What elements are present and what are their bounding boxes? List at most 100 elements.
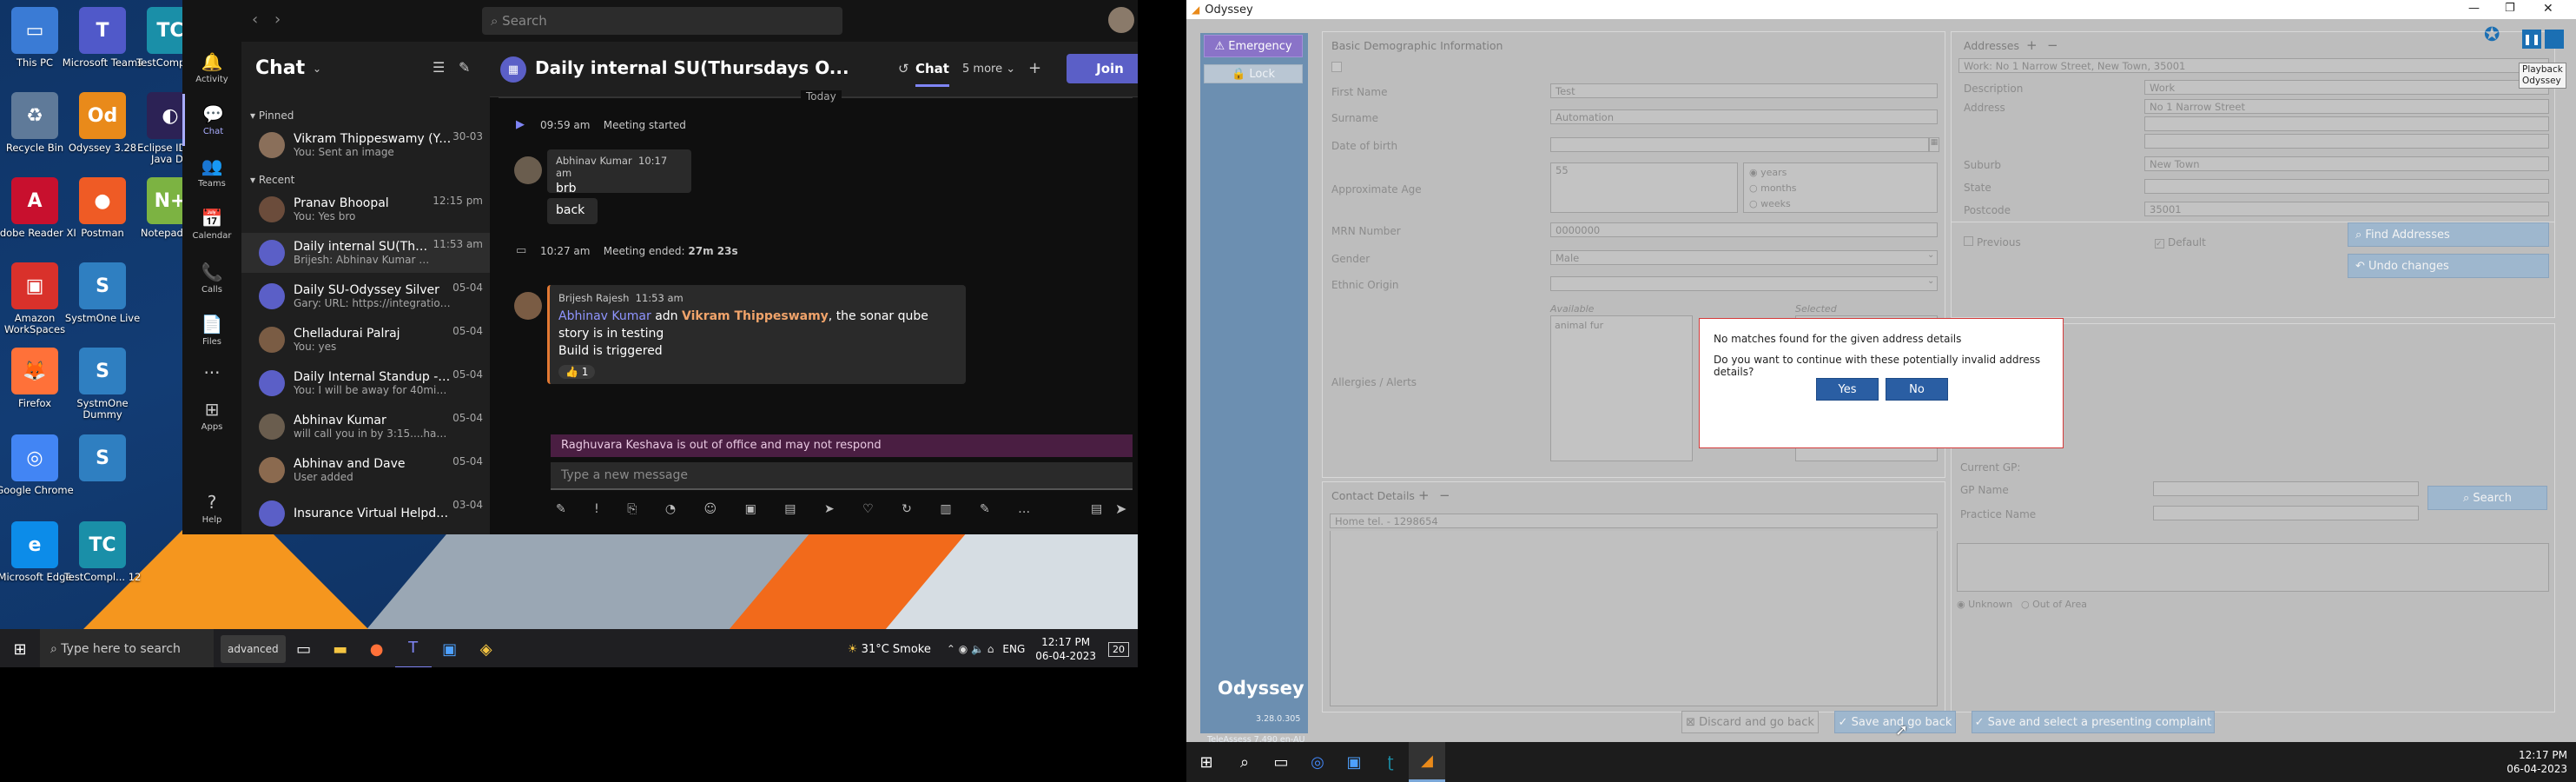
radio-weeks[interactable]: ○ weeks — [1749, 198, 1791, 209]
contact-list-item[interactable]: Home tel. - 1298654 — [1330, 514, 1938, 528]
send-icon[interactable]: ➤ — [1115, 500, 1126, 517]
message-bubble[interactable]: Abhinav Kumar 10:17 am brb — [547, 149, 691, 196]
discard-button[interactable]: ⊠ Discard and go back — [1681, 711, 1819, 733]
attach-icon[interactable]: ▤ — [1091, 502, 1102, 516]
mention[interactable]: Vikram Thippeswamy — [682, 309, 829, 323]
desktop-icon[interactable]: S — [59, 433, 146, 513]
filter-icon[interactable]: ☰ — [433, 59, 445, 76]
desktop-icon[interactable]: TC TestCompl... 12 — [59, 520, 146, 600]
tab-more[interactable]: 5 more ⌄ — [962, 63, 1015, 76]
pause-icon[interactable]: ❚❚ — [2522, 30, 2541, 49]
notification-badge[interactable]: 20 — [1108, 641, 1129, 657]
dob-input[interactable] — [1550, 137, 1929, 152]
rail-item-help[interactable]: ? Help — [182, 482, 241, 534]
chat-list-item[interactable]: Pranav Bhoopal You: Yes bro 12:15 pm — [241, 189, 490, 229]
list-item[interactable]: animal fur — [1555, 320, 1603, 331]
file-explorer-icon[interactable]: ▬ — [322, 629, 359, 667]
taskbar-search-input[interactable]: ⌕ Type here to search — [40, 629, 214, 667]
radio-out-of-area[interactable]: ○ Out of Area — [2021, 599, 2087, 610]
radio-months[interactable]: ○ months — [1749, 182, 1797, 194]
chat-list-item[interactable]: Abhinav and Dave User added 05-04 — [241, 450, 490, 490]
clock[interactable]: 12:17 PM 06-04-2023 — [2507, 748, 2567, 776]
address-line3-input[interactable] — [2144, 134, 2549, 149]
save-and-select-complaint-button[interactable]: ✓ Save and select a presenting complaint — [1972, 711, 2215, 733]
gp-name-input[interactable] — [2153, 481, 2419, 496]
contact-list[interactable] — [1330, 531, 1938, 706]
first-name-input[interactable]: Test — [1550, 83, 1938, 98]
weather-widget[interactable]: ☀ 31°C Smoke — [848, 643, 931, 656]
address-line1-input[interactable]: No 1 Narrow Street — [2144, 99, 2549, 114]
postcode-input[interactable]: 35001 — [2144, 202, 2549, 216]
join-button[interactable]: Join — [1067, 54, 1138, 83]
odyssey-taskbar-icon[interactable]: ◢ — [1409, 742, 1445, 782]
mention[interactable]: Abhinav Kumar — [558, 309, 651, 323]
language-indicator[interactable]: ENG — [1002, 643, 1025, 655]
address-line2-input[interactable] — [2144, 116, 2549, 131]
compose-toolbar[interactable]: ✎ ! ⎘ ◔ ☺ ▣ ▤ ➤ ♡ ↻ ▥ ✎ … — [556, 502, 1042, 516]
windows-start-icon[interactable]: ⊞ — [1186, 742, 1226, 782]
back-arrow-icon[interactable]: ‹ — [252, 10, 258, 29]
add-tab-icon[interactable]: + — [1028, 59, 1041, 77]
mrn-input[interactable]: 0000000 — [1550, 222, 1938, 237]
find-addresses-button[interactable]: ⌕ Find Addresses — [2348, 222, 2549, 247]
no-button[interactable]: No — [1886, 378, 1948, 401]
chevron-down-icon[interactable]: ⌄ — [313, 63, 321, 75]
desktop-icon[interactable]: S SystmOne Live — [59, 261, 146, 341]
surname-input[interactable]: Automation — [1550, 109, 1938, 124]
forward-arrow-icon[interactable]: › — [274, 10, 281, 29]
ethnic-origin-select[interactable] — [1550, 276, 1938, 291]
pinned-section-header[interactable]: ▾ Pinned — [250, 109, 294, 122]
chat-list-item[interactable]: Chelladurai Palraj You: yes 05-04 — [241, 320, 490, 360]
search-icon[interactable]: ⌕ — [1226, 742, 1263, 782]
state-input[interactable] — [2144, 179, 2549, 194]
gp-search-button[interactable]: ⌕ Search — [2427, 486, 2547, 510]
tab-chat[interactable]: Chat — [915, 61, 949, 87]
emergency-button[interactable]: ⚠ Emergency — [1204, 35, 1303, 57]
chat-list-item[interactable]: Daily internal SU(Thur... Brijesh: Abhina… — [241, 233, 490, 273]
rail-item-calls[interactable]: 📞 Calls — [182, 252, 241, 304]
chat-list-item[interactable]: Vikram Thippeswamy (Yo... You: Sent an im… — [241, 125, 490, 165]
remove-icon[interactable]: − — [2047, 37, 2058, 53]
app-taskbar-icon[interactable]: ▣ — [432, 629, 468, 667]
rail-item-chat[interactable]: 💬 Chat — [182, 94, 241, 146]
testcomplete-icon[interactable]: ✪ — [2484, 24, 2519, 54]
minimize-icon[interactable]: — — [2468, 2, 2480, 15]
undo-changes-button[interactable]: ↶ Undo changes — [2348, 254, 2549, 278]
chrome-icon[interactable]: ◎ — [1299, 742, 1336, 782]
chat-list-item[interactable]: Abhinav Kumar will call you in by 3:15...… — [241, 407, 490, 447]
profile-avatar[interactable] — [1108, 7, 1134, 33]
checkbox[interactable] — [1331, 62, 1342, 72]
desktop-icon[interactable]: S SystmOne Dummy — [59, 346, 146, 426]
teams-search-input[interactable]: ⌕ Search — [482, 7, 842, 35]
add-icon[interactable]: + — [2026, 37, 2038, 53]
testcomplete-taskbar-icon[interactable]: ʈ — [1372, 742, 1409, 782]
address-list-item[interactable]: Work: No 1 Narrow Street, New Town, 3500… — [1958, 58, 2549, 73]
compose-message-input[interactable]: Type a new message — [551, 462, 1133, 490]
add-icon[interactable]: + — [1418, 487, 1430, 503]
advanced-search-button[interactable]: advanced — [221, 635, 286, 663]
rail-item-apps[interactable]: ⊞ Apps — [182, 389, 241, 441]
rail-item-teams[interactable]: 👥 Teams — [182, 146, 241, 198]
chat-list-item[interactable]: Daily Internal Standup - ... You: I will … — [241, 363, 490, 403]
rail-item-activity[interactable]: 🔔 Activity — [182, 42, 241, 94]
app-taskbar-icon[interactable]: ◈ — [468, 629, 505, 667]
message-bubble[interactable]: back — [547, 198, 598, 224]
calendar-icon[interactable]: ▦ — [1929, 137, 1939, 152]
reaction-badge[interactable]: 👍 1 — [558, 365, 596, 379]
approx-age-input[interactable]: 55 — [1550, 162, 1738, 213]
app-taskbar-icon[interactable]: ▣ — [1336, 742, 1372, 782]
radio-years[interactable]: ◉ years — [1749, 167, 1787, 178]
description-select[interactable]: Work — [2144, 80, 2549, 95]
recent-section-header[interactable]: ▾ Recent — [250, 174, 294, 186]
yes-button[interactable]: Yes — [1816, 378, 1879, 401]
chat-list-item[interactable]: Daily SU-Odyssey Silver Gary: URL: https:… — [241, 276, 490, 316]
new-chat-icon[interactable]: ✎ — [459, 59, 470, 76]
task-view-icon[interactable]: ▭ — [286, 629, 322, 667]
default-checkbox[interactable]: ✓ Default — [2155, 236, 2206, 249]
allergies-available-list[interactable]: animal fur — [1550, 315, 1693, 461]
suburb-input[interactable]: New Town — [2144, 156, 2549, 171]
clock[interactable]: 12:17 PM 06-04-2023 — [1035, 635, 1096, 663]
chat-list-item[interactable]: Insurance Virtual Helpde... 03-04 — [241, 494, 490, 533]
windows-start-icon[interactable]: ⊞ — [0, 629, 40, 667]
radio-unknown[interactable]: ◉ Unknown — [1957, 599, 2012, 610]
